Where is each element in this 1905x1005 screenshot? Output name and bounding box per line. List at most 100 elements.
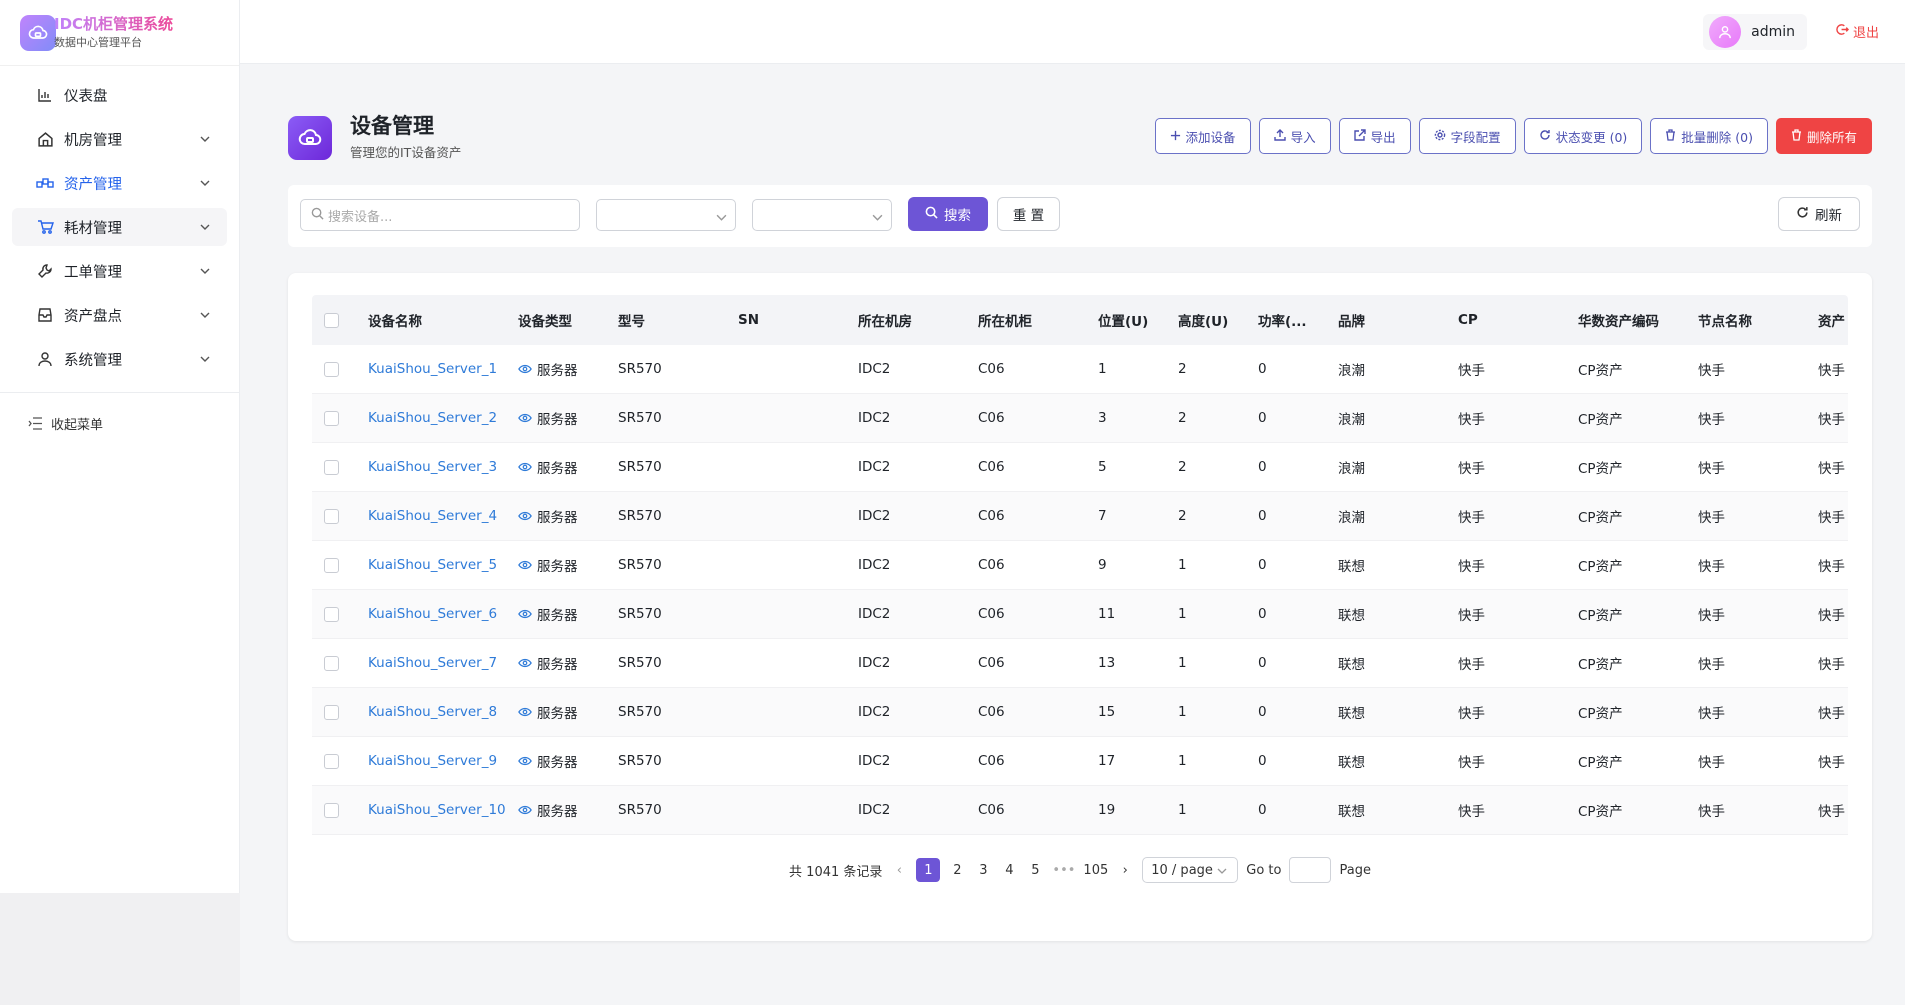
status-change-label: 状态变更 (0)	[1555, 129, 1628, 145]
sidebar-item-assets[interactable]: 资产管理	[12, 164, 227, 202]
import-button[interactable]: 导入	[1258, 118, 1331, 154]
batch-delete-button[interactable]: 批量删除 (0)	[1650, 118, 1768, 154]
sidebar-item-tickets[interactable]: 工单管理	[12, 252, 227, 290]
sidebar-item-inventory[interactable]: 资产盘点	[12, 296, 227, 334]
ellipsis[interactable]: •••	[1052, 858, 1075, 882]
column-header[interactable]: 所在机房	[858, 310, 978, 330]
column-header[interactable]: 品牌	[1338, 310, 1458, 330]
next-page-icon[interactable]: ›	[1116, 858, 1134, 882]
page-size-select[interactable]: 10 / page	[1142, 857, 1239, 883]
table-cell: 联想	[1338, 608, 1365, 624]
row-checkbox[interactable]	[324, 802, 339, 818]
export-button[interactable]: 导出	[1338, 118, 1411, 154]
table-cell: 联想	[1338, 559, 1365, 575]
logout-button[interactable]: 退出	[1836, 22, 1879, 41]
goto-page-input[interactable]	[1289, 857, 1332, 883]
device-name-link[interactable]: KuaiShou_Server_5	[368, 557, 518, 573]
row-checkbox[interactable]	[324, 557, 339, 573]
table-cell: IDC2	[858, 802, 891, 818]
device-name-link[interactable]: KuaiShou_Server_4	[368, 508, 518, 524]
type-select[interactable]	[596, 199, 736, 231]
column-header[interactable]: 资产	[1818, 310, 1848, 330]
refresh-button[interactable]: 刷新	[1778, 197, 1860, 231]
device-name-link[interactable]: KuaiShou_Server_10	[368, 802, 518, 818]
row-checkbox[interactable]	[324, 508, 339, 524]
table-row[interactable]: KuaiShou_Server_1 服务器 SR570 IDC2 C06 1 2 0 浪潮 快手 C…	[312, 345, 1848, 394]
column-header[interactable]: 型号	[618, 310, 738, 330]
column-header[interactable]: SN	[738, 312, 858, 328]
sidebar-item-consumables[interactable]: 耗材管理	[12, 208, 227, 246]
device-name-link[interactable]: KuaiShou_Server_9	[368, 753, 518, 769]
table-cell: 快手	[1698, 755, 1725, 771]
prev-page-icon[interactable]: ‹	[890, 858, 908, 882]
status-change-button[interactable]: 状态变更 (0)	[1523, 118, 1643, 154]
page-button[interactable]: 3	[974, 858, 992, 882]
table-cell: 3	[1098, 410, 1107, 426]
table-cell: 15	[1098, 704, 1116, 720]
table-row[interactable]: KuaiShou_Server_6 服务器 SR570 IDC2 C06 11 1 0 联想 快手…	[312, 590, 1848, 639]
field-config-button[interactable]: 字段配置	[1418, 118, 1516, 154]
table-cell: C06	[978, 459, 1005, 475]
page-button[interactable]: 2	[948, 858, 966, 882]
table-row[interactable]: KuaiShou_Server_10 服务器 SR570 IDC2 C06 19 1 0 联想 快…	[312, 786, 1848, 835]
page-button[interactable]: 1	[916, 858, 941, 882]
collapse-menu-label: 收起菜单	[51, 417, 104, 433]
table-cell: 快手	[1458, 657, 1485, 673]
column-header[interactable]: CP	[1458, 312, 1578, 328]
table-cell: IDC2	[858, 459, 891, 475]
column-header[interactable]: 所在机柜	[978, 310, 1098, 330]
collapse-menu-button[interactable]: 收起菜单	[0, 401, 239, 445]
select-all-cell	[312, 312, 368, 328]
column-header[interactable]: 设备名称	[368, 310, 518, 330]
user-menu[interactable]: admin	[1703, 14, 1807, 50]
device-name-link[interactable]: KuaiShou_Server_3	[368, 459, 518, 475]
search-button[interactable]: 搜索	[908, 197, 988, 231]
table-row[interactable]: KuaiShou_Server_7 服务器 SR570 IDC2 C06 13 1 0 联想 快手…	[312, 639, 1848, 688]
table-row[interactable]: KuaiShou_Server_4 服务器 SR570 IDC2 C06 7 2 0 浪潮 快手 C…	[312, 492, 1848, 541]
row-checkbox[interactable]	[324, 459, 339, 475]
row-checkbox[interactable]	[324, 753, 339, 769]
table-row[interactable]: KuaiShou_Server_2 服务器 SR570 IDC2 C06 3 2 0 浪潮 快手 C…	[312, 394, 1848, 443]
sidebar-item-dashboard[interactable]: 仪表盘	[12, 76, 227, 114]
row-checkbox[interactable]	[324, 606, 339, 622]
sidebar-item-system[interactable]: 系统管理	[12, 340, 227, 378]
column-header[interactable]: 高度(U)	[1178, 310, 1258, 330]
device-name-link[interactable]: KuaiShou_Server_6	[368, 606, 518, 622]
table-row[interactable]: KuaiShou_Server_8 服务器 SR570 IDC2 C06 15 1 0 联想 快手…	[312, 688, 1848, 737]
sidebar-item-room[interactable]: 机房管理	[12, 120, 227, 158]
column-header[interactable]: 位置(U)	[1098, 310, 1178, 330]
add-device-button[interactable]: 添加设备	[1154, 118, 1251, 154]
page-button[interactable]: 4	[1000, 858, 1018, 882]
column-header[interactable]: 设备类型	[518, 310, 618, 330]
table-cell: 17	[1098, 753, 1116, 769]
device-name-link[interactable]: KuaiShou_Server_7	[368, 655, 518, 671]
reset-button[interactable]: 重 置	[997, 197, 1060, 231]
table-row[interactable]: KuaiShou_Server_5 服务器 SR570 IDC2 C06 9 1 0 联想 快手 C…	[312, 541, 1848, 590]
table-row[interactable]: KuaiShou_Server_3 服务器 SR570 IDC2 C06 5 2 0 浪潮 快手 C…	[312, 443, 1848, 492]
sidebar-item-label: 机房管理	[64, 132, 122, 149]
select-all-checkbox[interactable]	[324, 312, 339, 328]
row-checkbox[interactable]	[324, 361, 339, 377]
table-cell: 快手	[1818, 510, 1845, 526]
search-input[interactable]: 搜索设备...	[300, 199, 580, 231]
column-header[interactable]: 华数资产编码	[1578, 310, 1698, 330]
row-checkbox[interactable]	[324, 410, 339, 426]
status-select[interactable]	[752, 199, 892, 231]
avatar	[1709, 16, 1742, 48]
row-checkbox[interactable]	[324, 655, 339, 671]
chevron-down-icon	[1217, 863, 1227, 878]
page-button[interactable]: 105	[1083, 858, 1108, 882]
device-name-link[interactable]: KuaiShou_Server_2	[368, 410, 518, 426]
device-name-link[interactable]: KuaiShou_Server_1	[368, 361, 518, 377]
delete-all-button[interactable]: 删除所有	[1775, 118, 1872, 154]
table-cell: IDC2	[858, 655, 891, 671]
table-cell: 1	[1178, 606, 1187, 622]
column-header[interactable]: 节点名称	[1698, 310, 1818, 330]
column-header[interactable]: 功率(...	[1258, 310, 1338, 330]
table-cell: 0	[1258, 704, 1267, 720]
device-name-link[interactable]: KuaiShou_Server_8	[368, 704, 518, 720]
device-type-label: 服务器	[537, 804, 578, 820]
row-checkbox[interactable]	[324, 704, 339, 720]
page-button[interactable]: 5	[1026, 858, 1044, 882]
table-row[interactable]: KuaiShou_Server_9 服务器 SR570 IDC2 C06 17 1 0 联想 快手…	[312, 737, 1848, 786]
